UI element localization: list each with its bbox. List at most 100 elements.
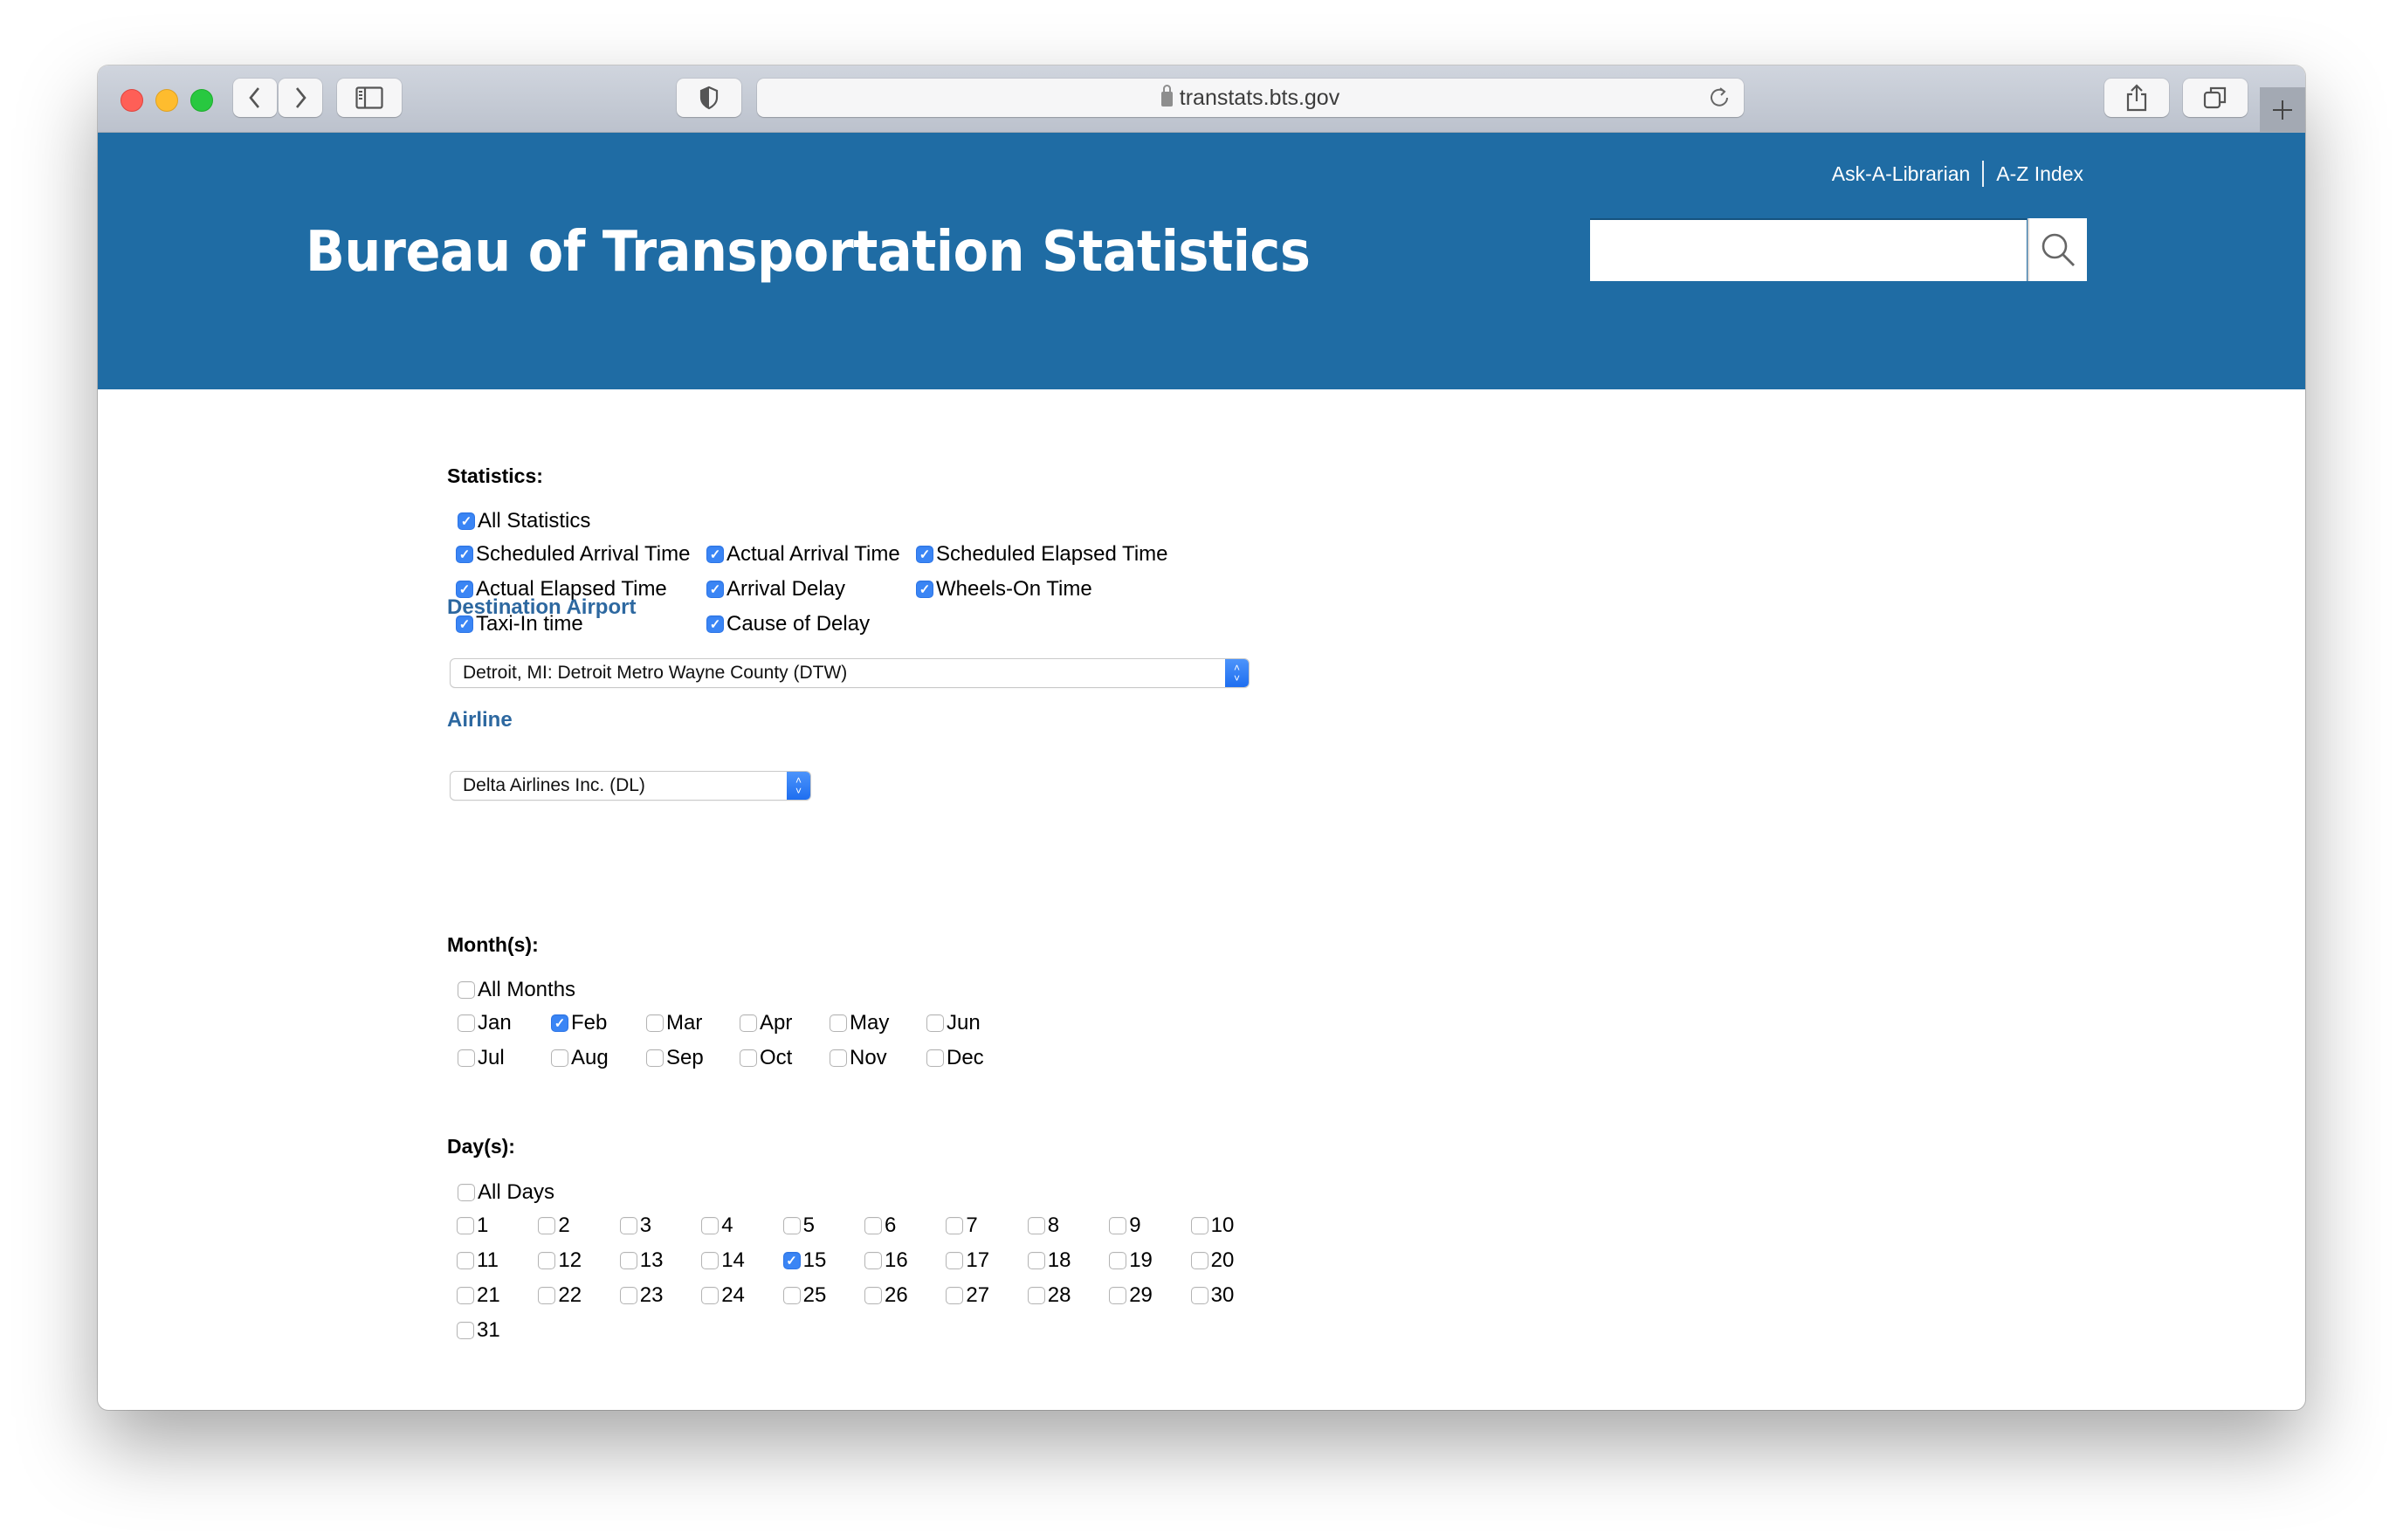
checkbox-scheduled-elapsed-time[interactable]: Scheduled Elapsed Time xyxy=(916,542,1168,567)
checkbox-unchecked[interactable] xyxy=(619,1252,637,1269)
checkbox-day-3[interactable]: 3 xyxy=(619,1213,651,1238)
checkbox-unchecked[interactable] xyxy=(1190,1217,1208,1234)
checkbox-unchecked[interactable] xyxy=(782,1217,801,1234)
checkbox-unchecked[interactable] xyxy=(1027,1287,1045,1304)
checkbox-day-27[interactable]: 27 xyxy=(946,1283,989,1308)
checkbox-unchecked[interactable] xyxy=(619,1287,637,1304)
checkbox-month-jun[interactable]: Jun xyxy=(926,1011,981,1035)
checkbox-unchecked[interactable] xyxy=(782,1287,801,1304)
checkbox-unchecked[interactable] xyxy=(538,1287,556,1304)
checkbox-day-4[interactable]: 4 xyxy=(701,1213,733,1238)
checkbox-day-8[interactable]: 8 xyxy=(1027,1213,1059,1238)
checkbox-day-29[interactable]: 29 xyxy=(1109,1283,1153,1308)
checkbox-unchecked[interactable] xyxy=(864,1217,882,1234)
checkbox-unchecked[interactable] xyxy=(926,1014,944,1032)
checkbox-month-apr[interactable]: Apr xyxy=(740,1011,792,1035)
checkbox-unchecked[interactable] xyxy=(458,1014,475,1032)
checkbox-checked[interactable] xyxy=(916,581,933,598)
checkbox-unchecked[interactable] xyxy=(926,1049,944,1067)
checkbox-all-months[interactable]: All Months xyxy=(458,978,575,1002)
close-window-button[interactable] xyxy=(120,89,143,112)
checkbox-month-may[interactable]: May xyxy=(830,1011,889,1035)
checkbox-day-5[interactable]: 5 xyxy=(782,1213,815,1238)
checkbox-day-7[interactable]: 7 xyxy=(946,1213,978,1238)
checkbox-unchecked[interactable] xyxy=(946,1287,964,1304)
checkbox-unchecked[interactable] xyxy=(864,1287,882,1304)
checkbox-checked[interactable] xyxy=(551,1014,568,1032)
checkbox-unchecked[interactable] xyxy=(830,1014,847,1032)
checkbox-checked[interactable] xyxy=(456,546,473,563)
checkbox-month-nov[interactable]: Nov xyxy=(830,1046,887,1070)
checkbox-unchecked[interactable] xyxy=(1190,1287,1208,1304)
checkbox-unchecked[interactable] xyxy=(458,1184,475,1201)
checkbox-taxi-in-time[interactable]: Taxi-In time xyxy=(456,612,583,636)
share-button[interactable] xyxy=(2104,79,2169,117)
checkbox-day-26[interactable]: 26 xyxy=(864,1283,908,1308)
checkbox-unchecked[interactable] xyxy=(457,1322,474,1339)
checkbox-all-days[interactable]: All Days xyxy=(458,1180,554,1205)
checkbox-unchecked[interactable] xyxy=(1109,1252,1127,1269)
checkbox-unchecked[interactable] xyxy=(1109,1287,1127,1304)
checkbox-unchecked[interactable] xyxy=(551,1049,568,1067)
checkbox-day-10[interactable]: 10 xyxy=(1190,1213,1234,1238)
checkbox-unchecked[interactable] xyxy=(701,1287,720,1304)
checkbox-day-11[interactable]: 11 xyxy=(457,1248,499,1273)
checkbox-wheels-on-time[interactable]: Wheels-On Time xyxy=(916,577,1092,602)
checkbox-unchecked[interactable] xyxy=(646,1014,664,1032)
checkbox-unchecked[interactable] xyxy=(1109,1217,1127,1234)
checkbox-unchecked[interactable] xyxy=(457,1252,474,1269)
checkbox-day-22[interactable]: 22 xyxy=(538,1283,582,1308)
checkbox-day-17[interactable]: 17 xyxy=(946,1248,989,1273)
checkbox-month-mar[interactable]: Mar xyxy=(646,1011,702,1035)
checkbox-cause-of-delay[interactable]: Cause of Delay xyxy=(706,612,870,636)
checkbox-unchecked[interactable] xyxy=(1027,1252,1045,1269)
checkbox-day-9[interactable]: 9 xyxy=(1109,1213,1141,1238)
checkbox-checked[interactable] xyxy=(916,546,933,563)
checkbox-unchecked[interactable] xyxy=(740,1014,757,1032)
checkbox-day-19[interactable]: 19 xyxy=(1109,1248,1153,1273)
a-z-index-link[interactable]: A-Z Index xyxy=(1996,162,2083,186)
checkbox-unchecked[interactable] xyxy=(701,1217,720,1234)
checkbox-day-23[interactable]: 23 xyxy=(619,1283,664,1308)
checkbox-month-oct[interactable]: Oct xyxy=(740,1046,792,1070)
checkbox-actual-elapsed-time[interactable]: Actual Elapsed Time xyxy=(456,577,667,602)
address-bar[interactable]: transtats.bts.gov xyxy=(757,79,1744,117)
destination-airport-select[interactable]: Detroit, MI: Detroit Metro Wayne County … xyxy=(451,659,1249,687)
checkbox-month-jul[interactable]: Jul xyxy=(458,1046,505,1070)
checkbox-checked[interactable] xyxy=(706,615,724,633)
checkbox-day-24[interactable]: 24 xyxy=(701,1283,745,1308)
checkbox-unchecked[interactable] xyxy=(457,1217,474,1234)
checkbox-unchecked[interactable] xyxy=(946,1217,964,1234)
airline-select[interactable]: Delta Airlines Inc. (DL) ˄ ˅ xyxy=(451,772,810,800)
checkbox-day-13[interactable]: 13 xyxy=(619,1248,664,1273)
checkbox-unchecked[interactable] xyxy=(1190,1252,1208,1269)
new-tab-button[interactable] xyxy=(2260,87,2305,132)
checkbox-day-15[interactable]: 15 xyxy=(782,1248,826,1273)
checkbox-checked[interactable] xyxy=(782,1252,801,1269)
forward-button[interactable] xyxy=(279,79,322,117)
checkbox-checked[interactable] xyxy=(706,581,724,598)
checkbox-checked[interactable] xyxy=(458,512,475,530)
tab-overview-button[interactable] xyxy=(2183,79,2248,117)
checkbox-unchecked[interactable] xyxy=(458,1049,475,1067)
checkbox-day-12[interactable]: 12 xyxy=(538,1248,582,1273)
checkbox-day-31[interactable]: 31 xyxy=(457,1318,500,1343)
checkbox-all-statistics[interactable]: All Statistics xyxy=(458,509,590,533)
checkbox-day-25[interactable]: 25 xyxy=(782,1283,826,1308)
checkbox-day-2[interactable]: 2 xyxy=(538,1213,570,1238)
checkbox-unchecked[interactable] xyxy=(538,1252,556,1269)
checkbox-month-sep[interactable]: Sep xyxy=(646,1046,704,1070)
site-title[interactable]: Bureau of Transportation Statistics xyxy=(306,220,1311,285)
reload-icon[interactable] xyxy=(1707,86,1732,110)
checkbox-day-18[interactable]: 18 xyxy=(1027,1248,1071,1273)
checkbox-day-1[interactable]: 1 xyxy=(457,1213,488,1238)
sidebar-button[interactable] xyxy=(337,79,402,117)
checkbox-month-dec[interactable]: Dec xyxy=(926,1046,984,1070)
checkbox-checked[interactable] xyxy=(456,615,473,633)
checkbox-day-20[interactable]: 20 xyxy=(1190,1248,1234,1273)
checkbox-unchecked[interactable] xyxy=(740,1049,757,1067)
checkbox-month-jan[interactable]: Jan xyxy=(458,1011,512,1035)
checkbox-scheduled-arrival-time[interactable]: Scheduled Arrival Time xyxy=(456,542,690,567)
checkbox-arrival-delay[interactable]: Arrival Delay xyxy=(706,577,845,602)
checkbox-unchecked[interactable] xyxy=(946,1252,964,1269)
